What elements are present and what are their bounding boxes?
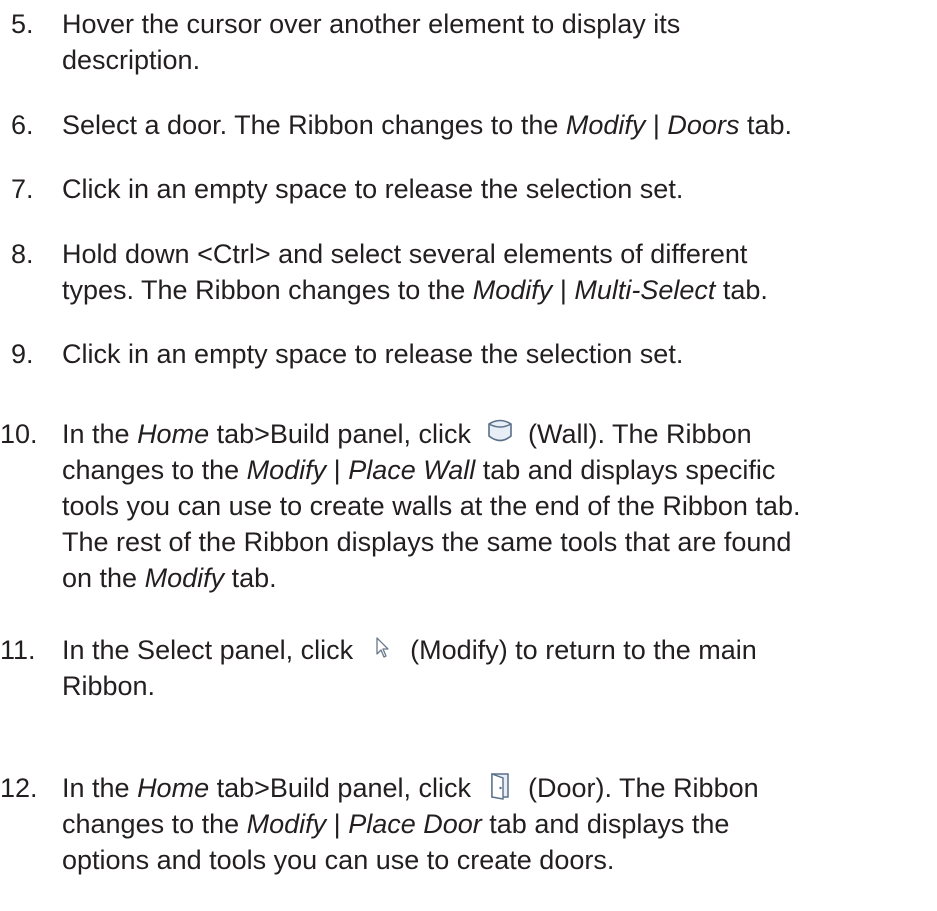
step-text-line: changes to the Modify | Place Door tab a… [62, 806, 937, 842]
step-text-line: Select a door. The Ribbon changes to the… [62, 107, 937, 143]
step-text-line: changes to the Modify | Place Wall tab a… [62, 452, 937, 488]
step-number: 7. [11, 174, 34, 204]
text-run: tab>Build panel, click [209, 773, 479, 803]
text-run: (Door). The Ribbon [520, 773, 759, 803]
step-text-line: The rest of the Ribbon displays the same… [62, 527, 792, 557]
text-run: In the [62, 773, 138, 803]
text-run: (Modify) to return to the main [402, 635, 757, 665]
italic-term: Modify [144, 563, 225, 593]
text-run: tab. [224, 563, 277, 593]
text-run: changes to the [62, 455, 247, 485]
italic-term: Home [137, 773, 210, 803]
step-text-line: Click in an empty space to release the s… [62, 174, 684, 204]
step-text-line: Hold down <Ctrl> and select several elem… [62, 239, 748, 269]
step-text-line: Ribbon. [62, 671, 156, 701]
document-page: { "steps": [ { "number": "5.", "lines": … [0, 0, 937, 911]
door-icon [485, 771, 515, 801]
step-text-line: In the Home tab>Build panel, click (Door… [62, 770, 937, 806]
step-number: 5. [11, 9, 34, 39]
italic-term: Modify [472, 275, 553, 305]
italic-term: Doors [667, 110, 740, 140]
text-run: on the [62, 563, 145, 593]
text-run: tab and displays the [481, 809, 730, 839]
text-run: changes to the [62, 809, 247, 839]
step-number: 6. [11, 110, 34, 140]
text-run: | [326, 809, 349, 839]
text-run: | [645, 110, 668, 140]
text-run: types. The Ribbon changes to the [62, 275, 473, 305]
italic-term: Modify [565, 110, 646, 140]
step-text-line: on the Modify tab. [62, 560, 937, 596]
text-run: (Wall). The Ribbon [520, 419, 752, 449]
text-run: tab. [739, 110, 792, 140]
step-number: 8. [11, 239, 34, 269]
text-run: | [326, 455, 349, 485]
step-number: 11. [0, 635, 36, 665]
italic-term: Place Door [348, 809, 482, 839]
text-run: tab. [715, 275, 768, 305]
italic-term: Home [137, 419, 210, 449]
text-run: | [552, 275, 575, 305]
step-text-line: In the Select panel, click (Modify) to r… [62, 632, 937, 668]
step-number: 10. [0, 419, 38, 449]
text-run: Select a door. The Ribbon changes to the [62, 110, 566, 140]
step-text-line: options and tools you can use to create … [62, 845, 615, 875]
text-run: tab and displays specific [475, 455, 776, 485]
italic-term: Modify [246, 809, 327, 839]
step-text-line: Hover the cursor over another element to… [62, 9, 681, 39]
cursor-arrow-icon [367, 634, 397, 662]
step-number: 9. [11, 339, 34, 369]
wall-icon [485, 418, 515, 446]
text-run: tab>Build panel, click [209, 419, 479, 449]
step-number: 12. [0, 773, 38, 803]
step-text-line: types. The Ribbon changes to the Modify … [62, 272, 937, 308]
italic-term: Modify [246, 455, 327, 485]
text-run: In the Select panel, click [62, 635, 361, 665]
step-text-line: In the Home tab>Build panel, click (Wall… [62, 416, 937, 452]
step-text-line: description. [62, 45, 201, 75]
step-text-line: Click in an empty space to release the s… [62, 339, 684, 369]
text-run: In the [62, 419, 138, 449]
italic-term: Multi-Select [574, 275, 716, 305]
italic-term: Place Wall [348, 455, 476, 485]
step-text-line: tools you can use to create walls at the… [62, 491, 801, 521]
